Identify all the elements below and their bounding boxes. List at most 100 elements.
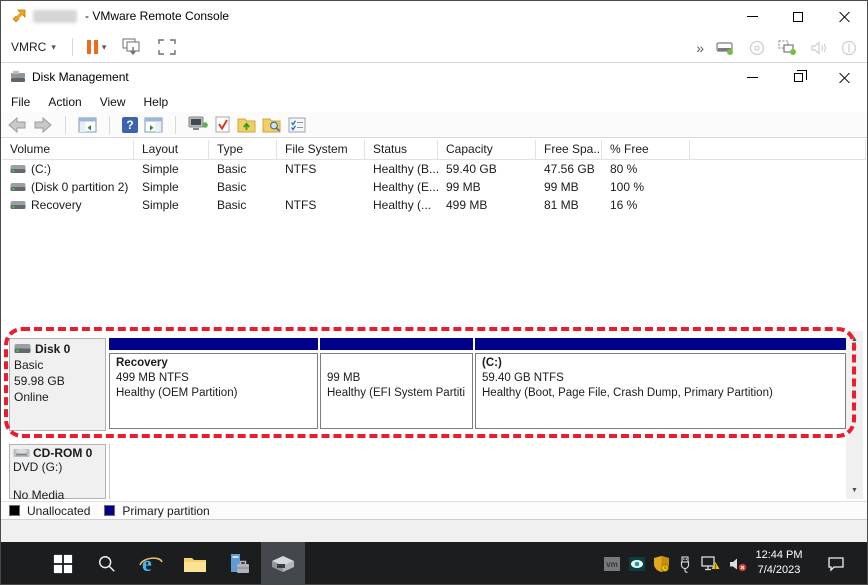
network-adapter-device-icon[interactable] [778, 40, 798, 56]
col-pct-free[interactable]: % Free [602, 140, 690, 159]
fullscreen-icon [158, 39, 176, 55]
disk-management-window-controls [729, 63, 867, 91]
menu-action[interactable]: Action [48, 93, 90, 111]
menu-view[interactable]: View [100, 93, 135, 111]
send-ctrl-alt-del-button[interactable] [114, 34, 150, 60]
disk0-label-panel[interactable]: Disk 0 Basic 59.98 GB Online [9, 338, 106, 431]
cell-status: Healthy (... [365, 196, 438, 214]
cell-capacity: 99 MB [438, 178, 536, 196]
partition-color-bar [109, 338, 318, 350]
forward-button[interactable] [33, 116, 53, 134]
disk-management-taskbar-button[interactable] [261, 542, 305, 585]
folder-search-button[interactable] [262, 116, 282, 133]
fullscreen-button[interactable] [150, 35, 184, 59]
action-center-icon[interactable] [827, 556, 845, 572]
show-action-pane-button[interactable] [144, 117, 163, 133]
col-layout[interactable]: Layout [134, 140, 209, 159]
dm-close-button[interactable] [821, 63, 867, 91]
remote-screen-button[interactable] [188, 116, 209, 133]
file-explorer-button[interactable] [173, 542, 217, 585]
partition-color-bar [320, 338, 473, 350]
network-warning-tray-icon[interactable] [701, 556, 720, 572]
volume-name: (C:) [31, 162, 51, 176]
volume-row-partition2[interactable]: (Disk 0 partition 2) Simple Basic Health… [2, 178, 866, 196]
cell-free: 99 MB [536, 178, 602, 196]
usb-tray-icon[interactable] [678, 556, 692, 573]
back-button[interactable] [7, 116, 27, 134]
col-free-space[interactable]: Free Spa... [536, 140, 602, 159]
windows-logo-icon [53, 554, 73, 574]
folder-up-button[interactable] [237, 116, 256, 133]
clock-date: 7/4/2023 [745, 563, 813, 578]
cdrom0-label-panel[interactable]: CD-ROM 0 DVD (G:) No Media [9, 444, 106, 499]
col-file-system[interactable]: File System [277, 140, 365, 159]
close-button[interactable] [821, 1, 867, 32]
vmrc-menu-label: VMRC [11, 40, 46, 54]
minimize-icon [747, 77, 758, 78]
vmrc-titlebar: - VMware Remote Console [1, 1, 867, 32]
divider [109, 444, 110, 499]
eye-tray-icon[interactable] [629, 557, 645, 571]
partition-efi-system[interactable]: 99 MB Healthy (EFI System Partiti [320, 338, 473, 431]
disk0-name: Disk 0 [35, 342, 70, 356]
expand-toolbar-icon[interactable]: » [696, 40, 703, 56]
partition-recovery[interactable]: Recovery 499 MB NTFS Healthy (OEM Partit… [109, 338, 318, 431]
pause-dropdown-icon: ▾ [102, 42, 107, 53]
check-document-button[interactable] [215, 116, 231, 134]
disk0-type: Basic [14, 358, 101, 372]
hard-disk-device-icon[interactable] [716, 40, 736, 56]
maximize-button[interactable] [775, 1, 821, 32]
minimize-button[interactable] [729, 1, 775, 32]
window-controls [729, 1, 867, 32]
start-button[interactable] [41, 542, 85, 585]
col-volume[interactable]: Volume [2, 140, 134, 159]
scroll-down-icon[interactable]: ▼ [846, 482, 863, 499]
vmware-tools-tray-icon[interactable]: vm [604, 557, 620, 571]
show-console-tree-button[interactable] [78, 117, 97, 133]
col-status[interactable]: Status [365, 140, 438, 159]
vertical-scrollbar[interactable]: ▲ ▼ [846, 331, 863, 499]
internet-explorer-button[interactable]: e [129, 542, 173, 585]
toolbar-separator [175, 116, 176, 134]
close-icon [839, 72, 850, 83]
chevron-down-icon: ▾ [51, 42, 56, 53]
col-type[interactable]: Type [209, 140, 277, 159]
server-manager-button[interactable] [217, 542, 261, 585]
partition-c-drive[interactable]: (C:) 59.40 GB NTFS Healthy (Boot, Page F… [475, 338, 846, 431]
dm-restore-button[interactable] [775, 63, 821, 91]
volume-row-recovery[interactable]: Recovery Simple Basic NTFS Healthy (... … [2, 196, 866, 214]
volume-name: Recovery [31, 198, 82, 212]
cell-free: 47.56 GB [536, 160, 602, 178]
volume-row-c[interactable]: (C:) Simple Basic NTFS Healthy (B... 59.… [2, 160, 866, 178]
scroll-up-icon[interactable]: ▲ [846, 331, 863, 348]
dm-minimize-button[interactable] [729, 63, 775, 91]
toolbar-separator [109, 116, 110, 134]
vmrc-device-toolbar: » [696, 32, 857, 63]
menu-file[interactable]: File [11, 93, 39, 111]
taskbar-clock[interactable]: 12:44 PM 7/4/2023 [745, 548, 813, 578]
svg-text:e: e [142, 552, 152, 576]
cell-type: Basic [209, 178, 277, 196]
help-button[interactable]: ? [122, 117, 138, 133]
volume-icon [10, 182, 26, 193]
cell-status: Healthy (E... [365, 178, 438, 196]
disk-management-titlebar: Disk Management [1, 63, 867, 91]
cell-pct: 80 % [602, 160, 690, 178]
cell-empty [690, 196, 866, 214]
pause-vm-button[interactable]: ▾ [79, 36, 115, 58]
disk-icon [14, 343, 31, 355]
search-button[interactable] [85, 542, 129, 585]
cell-fs [277, 178, 365, 196]
usb-device-icon [841, 40, 857, 56]
cell-layout: Simple [134, 178, 209, 196]
task-list-button[interactable] [288, 117, 306, 133]
col-capacity[interactable]: Capacity [438, 140, 536, 159]
volume-icon [10, 200, 26, 211]
menu-help[interactable]: Help [144, 93, 178, 111]
col-empty [690, 140, 866, 159]
toolbar-separator [65, 116, 66, 134]
vmrc-menu-button[interactable]: VMRC ▾ [1, 36, 66, 58]
security-shield-tray-icon[interactable] [654, 556, 669, 572]
window-bottom-strip [1, 519, 867, 542]
legend-unallocated: Unallocated [9, 504, 90, 518]
